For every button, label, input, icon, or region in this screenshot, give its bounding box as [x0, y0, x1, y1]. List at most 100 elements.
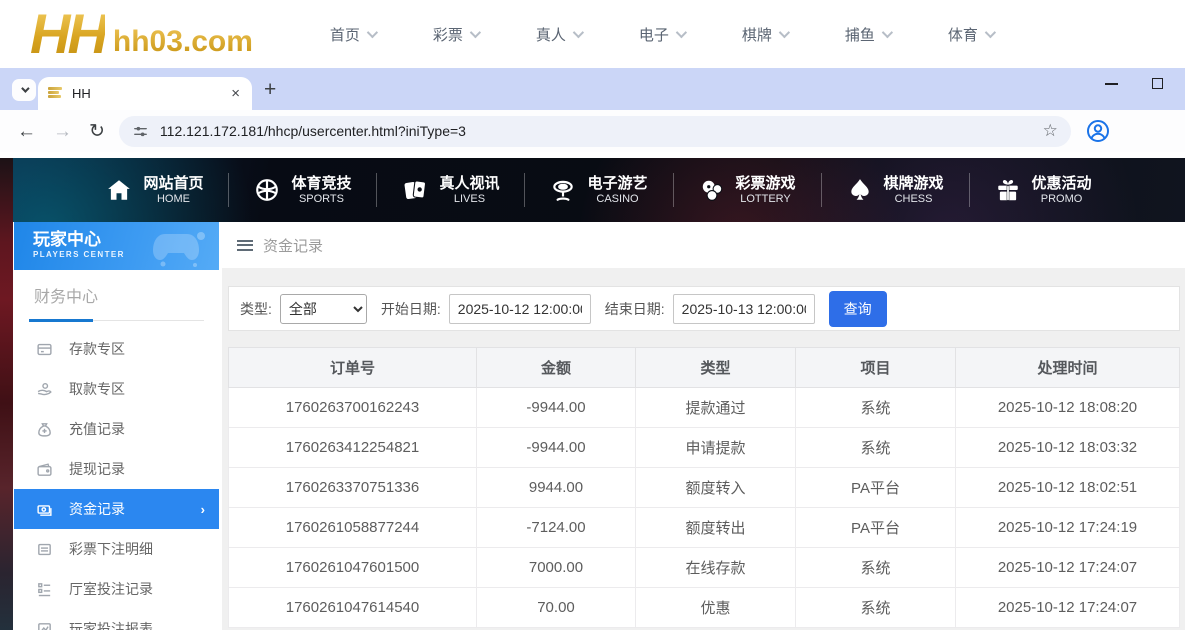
- chevron-right-icon: ›: [201, 502, 205, 517]
- sidebar-item-room-bet-record[interactable]: 厅室投注记录: [14, 569, 219, 609]
- chevron-down-icon: [470, 27, 481, 38]
- sidebar-item-withdraw-zone[interactable]: 取款专区: [14, 369, 219, 409]
- table-row: 1760261047601500 7000.00 在线存款 系统 2025-10…: [229, 548, 1180, 588]
- top-nav-chess[interactable]: 棋牌: [713, 24, 816, 45]
- checklist-icon: [36, 581, 53, 598]
- lottery-balls-icon: [699, 177, 725, 203]
- deposit-card-icon: [36, 341, 53, 358]
- top-nav-home[interactable]: 首页: [301, 24, 404, 45]
- main-nav-promo[interactable]: 优惠活动PROMO: [970, 174, 1117, 206]
- col-process-time: 处理时间: [956, 348, 1180, 388]
- main-nav-lottery[interactable]: 彩票游戏LOTTERY: [674, 174, 821, 206]
- table-row: 1760263700162243 -9944.00 提款通过 系统 2025-1…: [229, 388, 1180, 428]
- site-info-icon[interactable]: [132, 123, 149, 140]
- browser-tab[interactable]: HH ×: [38, 77, 252, 110]
- top-nav-live[interactable]: 真人: [507, 24, 610, 45]
- main-nav-live[interactable]: 真人视讯LIVES: [377, 174, 524, 206]
- cell-amount: -7124.00: [477, 508, 636, 548]
- top-nav-label: 首页: [330, 24, 360, 45]
- top-nav-label: 真人: [536, 24, 566, 45]
- top-nav-label: 捕鱼: [845, 24, 875, 45]
- sports-ball-icon: [254, 177, 280, 203]
- main-nav: 网站首页HOME 体育竞技SPORTS 真人视讯LIVES 电子游艺CASINO: [13, 158, 1185, 222]
- sidebar-item-funds-record[interactable]: 资金记录 ›: [14, 489, 219, 529]
- money-bag-icon: [36, 421, 53, 438]
- cell-amount: 70.00: [477, 588, 636, 628]
- playing-cards-icon: [402, 177, 428, 203]
- close-tab-icon[interactable]: ×: [229, 85, 242, 102]
- bookmark-star-icon[interactable]: ☆: [1043, 121, 1058, 141]
- new-tab-button[interactable]: +: [264, 78, 276, 102]
- cell-amount: 7000.00: [477, 548, 636, 588]
- main-nav-label-en: CASINO: [596, 193, 638, 206]
- document-list-icon: [36, 541, 53, 558]
- sidebar-item-player-bet-report[interactable]: 玩家投注报表: [14, 609, 219, 630]
- start-date-input[interactable]: [449, 294, 591, 324]
- main-nav-label-cn: 优惠活动: [1032, 174, 1092, 193]
- main-nav-casino[interactable]: 电子游艺CASINO: [525, 174, 672, 206]
- report-chart-icon: [36, 621, 53, 630]
- sidebar-menu: 存款专区 取款专区 充值记录 提现记录 资金记录 › 彩票下注明细: [14, 329, 219, 630]
- table-row: 1760261058877244 -7124.00 额度转出 PA平台 2025…: [229, 508, 1180, 548]
- sidebar-item-label: 玩家投注报表: [69, 619, 153, 630]
- top-nav-fishing[interactable]: 捕鱼: [816, 24, 919, 45]
- cell-order-no: 1760263412254821: [229, 428, 477, 468]
- back-icon[interactable]: ←: [17, 122, 36, 141]
- top-nav-slots[interactable]: 电子: [610, 24, 713, 45]
- cell-project: 系统: [796, 428, 956, 468]
- cell-type: 申请提款: [636, 428, 796, 468]
- banknotes-icon: [36, 501, 53, 518]
- chevron-down-icon: [21, 84, 29, 92]
- logo-domain-text: hh03.com: [113, 25, 253, 59]
- spade-icon: [847, 177, 873, 203]
- main-nav-label-en: CHESS: [895, 193, 933, 206]
- page-title: 资金记录: [263, 235, 323, 256]
- table-row: 1760261047614540 70.00 优惠 系统 2025-10-12 …: [229, 588, 1180, 628]
- main-nav-sports[interactable]: 体育竞技SPORTS: [229, 174, 376, 206]
- sidebar-item-label: 充值记录: [69, 419, 125, 439]
- address-bar[interactable]: 112.121.172.181/hhcp/usercenter.html?ini…: [119, 116, 1071, 147]
- sidebar-item-lottery-bet-detail[interactable]: 彩票下注明细: [14, 529, 219, 569]
- reload-icon[interactable]: ↻: [89, 122, 105, 141]
- cell-project: 系统: [796, 588, 956, 628]
- top-nav-label: 彩票: [433, 24, 463, 45]
- main-nav-chess[interactable]: 棋牌游戏CHESS: [822, 174, 969, 206]
- top-nav-lottery[interactable]: 彩票: [404, 24, 507, 45]
- logo-hh-mark: HH: [30, 5, 105, 63]
- menu-toggle-icon[interactable]: [237, 240, 253, 251]
- sidebar-item-deposit-zone[interactable]: 存款专区: [14, 329, 219, 369]
- main-nav-label-en: SPORTS: [299, 193, 344, 206]
- site-header: HH hh03.com 首页 彩票 真人 电子 棋牌: [0, 0, 1185, 68]
- site-logo[interactable]: HH hh03.com: [30, 5, 253, 63]
- sidebar-item-label: 资金记录: [69, 499, 125, 519]
- sidebar: 玩家中心 PLAYERS CENTER 财务中心 存款专区 取款专区 充值记录: [14, 222, 219, 630]
- finance-center-title: 财务中心: [29, 283, 204, 321]
- sidebar-item-withdrawal-record[interactable]: 提现记录: [14, 449, 219, 489]
- type-label: 类型:: [240, 299, 272, 319]
- filter-bar: 类型: 全部 开始日期: 结束日期: 查询: [228, 286, 1180, 331]
- forward-icon[interactable]: →: [53, 122, 72, 141]
- table-row: 1760263412254821 -9944.00 申请提款 系统 2025-1…: [229, 428, 1180, 468]
- cell-order-no: 1760261047601500: [229, 548, 477, 588]
- search-button[interactable]: 查询: [829, 291, 887, 327]
- chevron-down-icon: [573, 27, 584, 38]
- window-controls: [1105, 78, 1163, 89]
- gift-icon: [995, 177, 1021, 203]
- top-nav: 首页 彩票 真人 电子 棋牌 捕鱼: [301, 24, 1022, 45]
- top-nav-label: 体育: [948, 24, 978, 45]
- type-select[interactable]: 全部: [280, 294, 367, 324]
- cell-project: 系统: [796, 548, 956, 588]
- gamepad-icon: [151, 226, 209, 268]
- minimize-icon[interactable]: [1105, 83, 1118, 85]
- cell-process-time: 2025-10-12 18:03:32: [956, 428, 1180, 468]
- maximize-icon[interactable]: [1152, 78, 1163, 89]
- main-nav-home[interactable]: 网站首页HOME: [81, 174, 228, 206]
- cell-order-no: 1760263370751336: [229, 468, 477, 508]
- top-nav-sports[interactable]: 体育: [919, 24, 1022, 45]
- browser-profile-icon[interactable]: [1086, 119, 1110, 143]
- funds-table: 订单号 金额 类型 项目 处理时间 1760263700162243 -9944…: [228, 347, 1180, 628]
- sidebar-item-recharge-record[interactable]: 充值记录: [14, 409, 219, 449]
- tab-search-button[interactable]: [12, 79, 36, 101]
- top-nav-label: 电子: [639, 24, 669, 45]
- end-date-input[interactable]: [673, 294, 815, 324]
